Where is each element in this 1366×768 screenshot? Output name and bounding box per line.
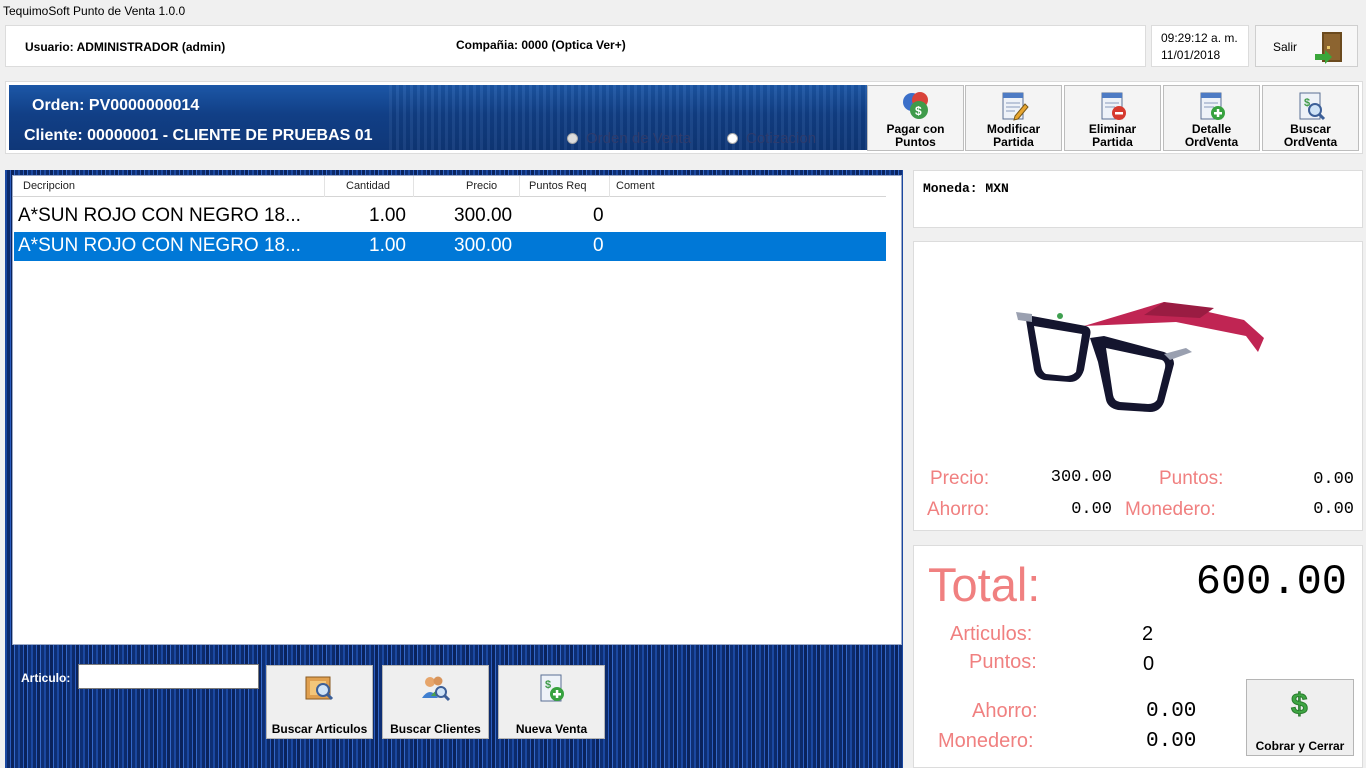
monedero-total-value: 0.00	[1146, 730, 1197, 753]
order-header-band: Orden: PV0000000014 Cliente: 00000001 - …	[9, 85, 871, 150]
coins-icon: $	[902, 92, 928, 119]
svg-text:$: $	[545, 679, 551, 691]
clock-panel: 09:29:12 a. m. 11/01/2018	[1151, 25, 1249, 67]
detalle-ordventa-button[interactable]: Detalle OrdVenta	[1163, 85, 1260, 151]
precio-value: 300.00	[1050, 468, 1112, 487]
radio-cotizacion-label: Cotizacion	[746, 130, 817, 147]
delete-document-icon	[1101, 92, 1126, 120]
col-coment[interactable]: Coment	[616, 180, 655, 192]
salir-label: Salir	[1273, 40, 1298, 54]
col-precio[interactable]: Precio	[466, 180, 497, 192]
cell-cantidad: 1.00	[369, 235, 406, 256]
col-descripcion[interactable]: Decripcion	[23, 180, 75, 192]
dollar-icon: $	[1291, 688, 1309, 721]
svg-text:$: $	[1291, 688, 1308, 720]
moneda-label: Moneda: MXN	[923, 181, 1009, 196]
monedero-value: 0.00	[1313, 500, 1354, 519]
exit-door-icon	[1315, 32, 1342, 64]
cell-precio: 300.00	[454, 235, 513, 256]
total-value: 600.00	[1195, 558, 1347, 606]
cobrar-y-cerrar-label: Cobrar y Cerrar	[1255, 739, 1345, 753]
order-panel: Orden: PV0000000014 Cliente: 00000001 - …	[5, 81, 1363, 154]
orden-number: Orden: PV0000000014	[32, 97, 200, 114]
pagar-con-puntos-button[interactable]: $ Pagar con Puntos	[867, 85, 964, 151]
table-row[interactable]: A*SUN ROJO CON NEGRO 18... 1.00 300.00 0	[14, 202, 886, 231]
puntos-total-value: 0	[1143, 653, 1155, 675]
cell-puntos: 0	[593, 205, 604, 226]
puntos-value: 0.00	[1313, 470, 1354, 489]
user-info-bar: Usuario: ADMINISTRADOR (admin) Compañia:…	[5, 25, 1146, 67]
search-users-icon	[421, 676, 450, 702]
articulos-value: 2	[1142, 623, 1154, 645]
svg-text:$: $	[915, 104, 922, 118]
cell-descripcion: A*SUN ROJO CON NEGRO 18...	[18, 235, 301, 256]
buscar-articulos-label: Buscar Articulos	[271, 722, 368, 736]
product-panel: Precio: 300.00 Puntos: 0.00 Ahorro: 0.00…	[913, 241, 1363, 531]
buscar-articulos-button[interactable]: Buscar Articulos	[266, 665, 373, 739]
usuario-label: Usuario: ADMINISTRADOR (admin)	[25, 40, 226, 54]
nueva-venta-label: Nueva Venta	[515, 722, 588, 736]
eliminar-partida-label: Eliminar Partida	[1088, 122, 1137, 149]
total-label: Total:	[928, 558, 1041, 611]
grid-header: Decripcion Cantidad Precio Puntos Req Co…	[13, 176, 886, 197]
puntos-label: Puntos:	[1159, 468, 1224, 489]
totals-panel: Total: 600.00 Articulos: 2 Puntos: 0 Aho…	[913, 545, 1363, 768]
window-title: TequimoSoft Punto de Venta 1.0.0	[3, 4, 186, 18]
cell-precio: 300.00	[454, 205, 513, 226]
edit-document-icon	[1002, 92, 1029, 121]
clock-date: 11/01/2018	[1161, 48, 1221, 62]
new-sale-icon: $	[540, 674, 564, 702]
col-cantidad[interactable]: Cantidad	[346, 180, 390, 192]
modificar-partida-label: Modificar Partida	[986, 122, 1041, 149]
radio-orden-de-venta-label: Orden de Venta	[586, 130, 692, 147]
moneda-panel: Moneda: MXN	[913, 170, 1363, 228]
cell-puntos: 0	[593, 235, 604, 256]
eliminar-partida-button[interactable]: Eliminar Partida	[1064, 85, 1161, 151]
add-document-icon	[1200, 92, 1225, 120]
articulos-label: Articulos:	[950, 623, 1033, 645]
articulo-input[interactable]	[78, 664, 259, 689]
ahorro-value: 0.00	[1071, 500, 1112, 519]
nueva-venta-button[interactable]: $ Nueva Venta	[498, 665, 605, 739]
buscar-clientes-button[interactable]: Buscar Clientes	[382, 665, 489, 739]
clock-time: 09:29:12 a. m.	[1161, 31, 1238, 45]
precio-label: Precio:	[930, 468, 990, 489]
radio-cotizacion[interactable]: Cotizacion	[727, 130, 816, 147]
buscar-ordventa-label: Buscar OrdVenta	[1283, 122, 1338, 149]
puntos-total-label: Puntos:	[969, 651, 1037, 673]
monedero-total-label: Monedero:	[938, 730, 1034, 752]
table-row[interactable]: A*SUN ROJO CON NEGRO 18... 1.00 300.00 0	[14, 232, 886, 261]
items-grid[interactable]: Decripcion Cantidad Precio Puntos Req Co…	[12, 175, 902, 645]
monedero-label: Monedero:	[1125, 499, 1216, 520]
articulo-label: Articulo:	[21, 671, 71, 685]
col-puntos-req[interactable]: Puntos Req	[529, 180, 586, 192]
buscar-ordventa-button[interactable]: $ Buscar OrdVenta	[1262, 85, 1359, 151]
search-box-icon	[305, 676, 333, 701]
cliente-name: Cliente: 00000001 - CLIENTE DE PRUEBAS 0…	[24, 127, 373, 144]
cell-descripcion: A*SUN ROJO CON NEGRO 18...	[18, 205, 301, 226]
detalle-ordventa-label: Detalle OrdVenta	[1184, 122, 1239, 149]
salir-button[interactable]: Salir	[1255, 25, 1358, 67]
buscar-clientes-label: Buscar Clientes	[390, 722, 481, 736]
ahorro-total-value: 0.00	[1146, 700, 1197, 723]
ahorro-label: Ahorro:	[927, 499, 990, 520]
radio-orden-de-venta[interactable]: Orden de Venta	[567, 130, 691, 147]
modificar-partida-button[interactable]: Modificar Partida	[965, 85, 1062, 151]
cobrar-y-cerrar-button[interactable]: $ Cobrar y Cerrar	[1246, 679, 1354, 756]
cell-cantidad: 1.00	[369, 205, 406, 226]
search-document-icon: $	[1299, 92, 1325, 121]
eyeglasses-image	[1016, 302, 1264, 412]
pagar-con-puntos-label: Pagar con Puntos	[886, 122, 945, 149]
ahorro-total-label: Ahorro:	[972, 700, 1038, 722]
compania-label: Compañia: 0000 (Optica Ver+)	[456, 38, 626, 52]
